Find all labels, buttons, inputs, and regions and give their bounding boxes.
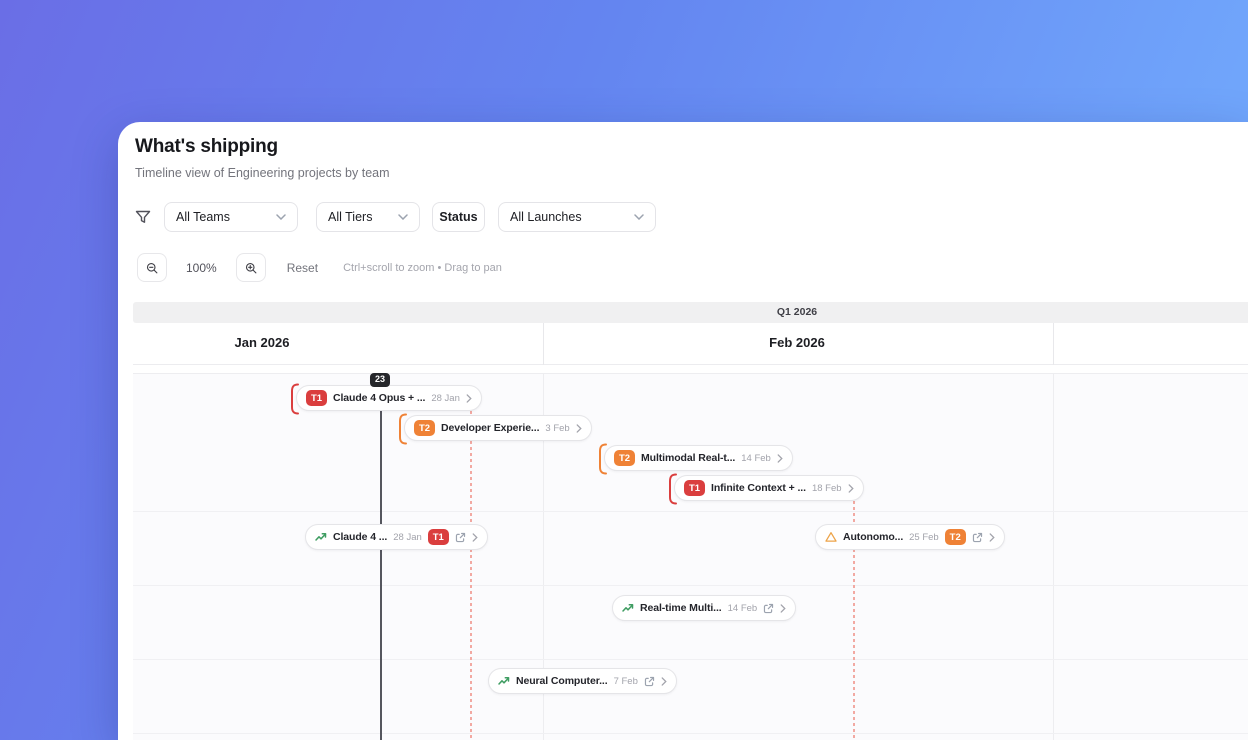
tier-badge: T2 — [944, 529, 966, 545]
project-date: 18 Feb — [811, 482, 842, 494]
month-divider — [1053, 323, 1054, 365]
quarter-label: Q1 2026 — [776, 306, 818, 318]
tier-badge: T2 — [414, 420, 435, 436]
chevron-right-icon — [472, 532, 478, 542]
launches-filter-select[interactable]: All Launches — [498, 202, 656, 232]
launch-date: 25 Feb — [909, 531, 939, 543]
zoom-out-icon — [146, 262, 158, 273]
tier-badge: T1 — [306, 390, 327, 406]
whats-shipping-panel: What's shipping Timeline view of Enginee… — [118, 122, 1248, 740]
tier-badge: T2 — [614, 450, 635, 466]
project-bar[interactable]: T1 Infinite Context + ... 18 Feb — [669, 473, 864, 505]
chevron-right-icon — [661, 676, 667, 686]
chevron-right-icon — [989, 532, 995, 542]
trending-up-icon — [315, 533, 327, 541]
row-divider — [133, 733, 1248, 734]
start-bracket-icon — [399, 413, 407, 445]
launch-pill[interactable]: Neural Computer... 7 Feb — [488, 668, 677, 694]
project-date: 14 Feb — [741, 452, 771, 464]
launch-date: 14 Feb — [727, 602, 758, 614]
status-filter-label: Status — [439, 210, 478, 224]
today-line — [380, 374, 382, 740]
reset-zoom-button[interactable]: Reset — [287, 261, 318, 275]
external-link-icon[interactable] — [644, 676, 655, 687]
project-bar[interactable]: T2 Multimodal Real-t... 14 Feb — [599, 443, 793, 475]
chevron-down-icon — [276, 214, 286, 220]
launch-date: 7 Feb — [613, 675, 638, 687]
external-link-icon[interactable] — [455, 532, 466, 543]
start-bracket-icon — [669, 473, 677, 505]
trending-up-icon — [498, 677, 510, 685]
page-subtitle: Timeline view of Engineering projects by… — [135, 166, 390, 180]
deadline-dashed-line — [470, 411, 472, 740]
warning-icon — [825, 532, 837, 542]
project-name: Claude 4 Opus + ... — [333, 392, 426, 404]
project-name: Developer Experie... — [441, 422, 540, 434]
start-bracket-icon — [599, 443, 607, 475]
month-label-jan: Jan 2026 — [234, 335, 290, 350]
zoom-out-button[interactable] — [137, 253, 167, 282]
filter-icon — [135, 210, 151, 223]
launch-pill[interactable]: Autonomo... 25 Feb T2 — [815, 524, 1005, 550]
chevron-right-icon — [777, 453, 783, 463]
chevron-down-icon — [634, 214, 644, 220]
filter-bar: All Teams All Tiers Status All Launches — [135, 202, 656, 232]
chevron-down-icon — [398, 214, 408, 220]
project-name: Multimodal Real-t... — [641, 452, 736, 464]
month-divider — [543, 323, 544, 365]
tiers-filter-select[interactable]: All Tiers — [316, 202, 420, 232]
chevron-right-icon — [576, 423, 582, 433]
page-title: What's shipping — [135, 136, 278, 157]
external-link-icon[interactable] — [763, 603, 774, 614]
zoom-toolbar: 100% Reset Ctrl+scroll to zoom • Drag to… — [137, 253, 502, 282]
status-filter-button[interactable]: Status — [432, 202, 485, 232]
project-bar[interactable]: T1 Claude 4 Opus + ... 28 Jan — [291, 383, 482, 415]
timeline-canvas[interactable]: Q1 2026 Jan 2026 Feb 2026 23 T1 Claude 4… — [133, 302, 1248, 740]
zoom-level-value: 100% — [186, 260, 217, 275]
month-label-feb: Feb 2026 — [769, 335, 825, 350]
launch-date: 28 Jan — [393, 531, 422, 543]
project-name: Infinite Context + ... — [711, 482, 806, 494]
timeline-grid — [133, 373, 1248, 740]
row-divider — [133, 511, 1248, 512]
tiers-filter-value: All Tiers — [328, 210, 373, 224]
chevron-right-icon — [466, 393, 472, 403]
tier-badge: T1 — [427, 529, 449, 545]
grid-line-vertical — [1053, 374, 1054, 740]
trending-up-icon — [622, 604, 634, 612]
launches-filter-value: All Launches — [510, 210, 582, 224]
chevron-right-icon — [848, 483, 854, 493]
start-bracket-icon — [291, 383, 299, 415]
chevron-right-icon — [780, 603, 786, 613]
project-date: 28 Jan — [431, 392, 460, 404]
zoom-in-icon — [245, 262, 257, 273]
quarter-band: Q1 2026 — [133, 302, 1248, 323]
project-bar[interactable]: T2 Developer Experie... 3 Feb — [399, 413, 592, 445]
zoom-hint-text: Ctrl+scroll to zoom • Drag to pan — [343, 261, 502, 274]
zoom-in-button[interactable] — [235, 253, 266, 282]
launch-pill[interactable]: Claude 4 ... 28 Jan T1 — [305, 524, 488, 550]
today-marker: 23 — [369, 373, 391, 387]
external-link-icon[interactable] — [972, 532, 983, 543]
launch-name: Claude 4 ... — [333, 531, 388, 543]
launch-name: Real-time Multi... — [640, 602, 722, 614]
launch-name: Autonomo... — [843, 531, 904, 543]
launch-name: Neural Computer... — [516, 675, 608, 687]
project-date: 3 Feb — [545, 422, 570, 434]
tier-badge: T1 — [684, 480, 705, 496]
launch-pill[interactable]: Real-time Multi... 14 Feb — [612, 595, 797, 621]
month-header: Jan 2026 Feb 2026 — [133, 323, 1248, 365]
teams-filter-select[interactable]: All Teams — [164, 202, 298, 232]
row-divider — [133, 585, 1248, 586]
teams-filter-value: All Teams — [176, 210, 230, 224]
row-divider — [133, 659, 1248, 660]
